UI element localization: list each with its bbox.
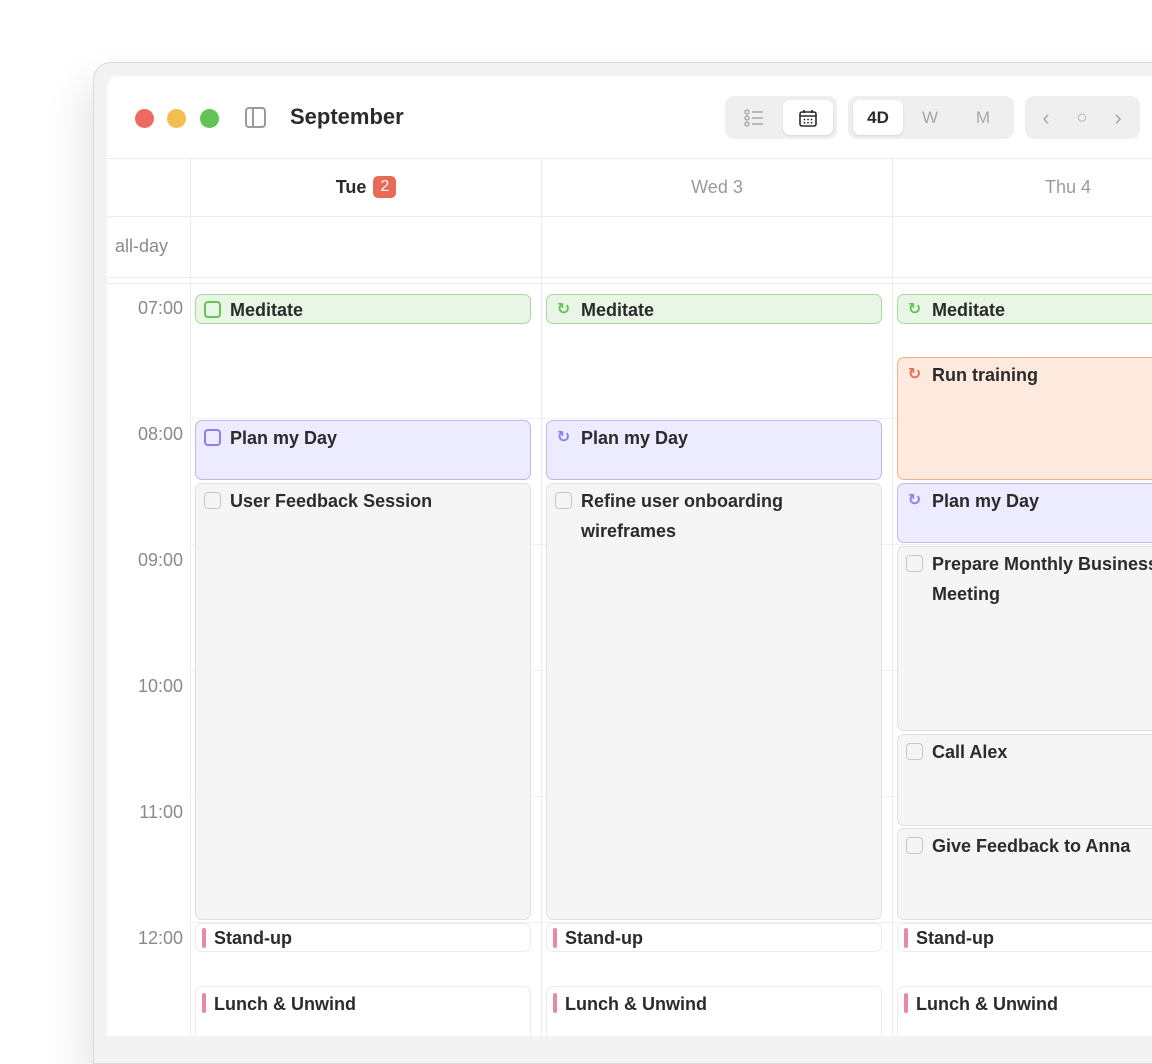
calendar-color-bar xyxy=(553,993,557,1013)
calendar-window: September 4D W M ‹ ○ › Tue 2 Wed 3 Thu 4… xyxy=(107,76,1152,1036)
calendar-view-button[interactable] xyxy=(783,100,833,135)
checkbox-icon[interactable] xyxy=(906,555,923,572)
hour-label: 09:00 xyxy=(137,550,183,570)
calendar-color-bar xyxy=(202,928,206,948)
all-day-label: all-day xyxy=(115,236,169,256)
date-navigation: ‹ ○ › xyxy=(1025,96,1140,139)
repeat-icon: ↻ xyxy=(907,365,922,383)
event-meditate[interactable]: ↻ Meditate xyxy=(897,294,1152,324)
header-corner xyxy=(107,158,190,217)
zoom-window-button[interactable] xyxy=(200,109,219,128)
previous-button[interactable]: ‹ xyxy=(1029,100,1063,135)
range-week-button[interactable]: W xyxy=(906,100,954,135)
event-call-alex[interactable]: Call Alex xyxy=(897,734,1152,826)
range-4d-button[interactable]: 4D xyxy=(853,100,903,135)
event-lunch-unwind[interactable]: Lunch & Unwind xyxy=(546,986,882,1036)
hour-label: 10:00 xyxy=(137,676,183,696)
event-run-training[interactable]: ↻ Run training xyxy=(897,357,1152,480)
title-bar: September 4D W M ‹ ○ › xyxy=(107,76,1152,159)
calendar-icon xyxy=(799,109,817,127)
calendar-color-bar xyxy=(904,993,908,1013)
column-divider xyxy=(892,158,893,1036)
day-header-label: Wed 3 xyxy=(691,176,743,197)
checkbox-icon[interactable] xyxy=(906,837,923,854)
day-header-label: Tue xyxy=(335,176,367,197)
checkbox-icon[interactable] xyxy=(555,492,572,509)
day-header-tue[interactable]: Tue 2 xyxy=(191,158,541,217)
repeat-icon: ↻ xyxy=(907,300,922,318)
checkbox-icon[interactable] xyxy=(204,429,221,446)
repeat-icon: ↻ xyxy=(556,300,571,318)
event-plan-my-day[interactable]: Plan my Day xyxy=(195,420,531,480)
hour-label: 12:00 xyxy=(137,928,183,948)
checkbox-icon[interactable] xyxy=(204,301,221,318)
calendar-color-bar xyxy=(904,928,908,948)
next-button[interactable]: › xyxy=(1101,100,1135,135)
calendar-color-bar xyxy=(202,993,206,1013)
event-plan-my-day[interactable]: ↻ Plan my Day xyxy=(546,420,882,480)
event-lunch-unwind[interactable]: Lunch & Unwind xyxy=(897,986,1152,1036)
column-divider xyxy=(541,158,542,1036)
today-badge: 2 xyxy=(373,176,397,198)
view-mode-switch xyxy=(725,96,837,139)
event-lunch-unwind[interactable]: Lunch & Unwind xyxy=(195,986,531,1036)
day-header-thu[interactable]: Thu 4 xyxy=(893,158,1152,217)
event-give-feedback-to-anna[interactable]: Give Feedback to Anna xyxy=(897,828,1152,920)
list-view-button[interactable] xyxy=(731,100,777,135)
sidebar-toggle-icon[interactable] xyxy=(245,107,266,128)
calendar-color-bar xyxy=(553,928,557,948)
checkbox-icon[interactable] xyxy=(906,743,923,760)
today-button[interactable]: ○ xyxy=(1065,100,1099,135)
range-month-button[interactable]: M xyxy=(958,100,1008,135)
repeat-icon: ↻ xyxy=(556,428,571,446)
event-stand-up[interactable]: Stand-up xyxy=(546,923,882,952)
all-day-separator xyxy=(107,283,1152,284)
list-icon xyxy=(744,108,763,127)
day-header-wed[interactable]: Wed 3 xyxy=(542,158,892,217)
hour-label: 07:00 xyxy=(137,298,183,318)
hour-label: 11:00 xyxy=(139,802,183,822)
close-window-button[interactable] xyxy=(135,109,154,128)
checkbox-icon[interactable] xyxy=(204,492,221,509)
event-plan-my-day[interactable]: ↻ Plan my Day xyxy=(897,483,1152,543)
minimize-window-button[interactable] xyxy=(167,109,186,128)
month-title: September xyxy=(290,104,404,129)
day-header-label: Thu 4 xyxy=(1044,176,1092,197)
event-stand-up[interactable]: Stand-up xyxy=(897,923,1152,952)
event-meditate[interactable]: ↻ Meditate xyxy=(546,294,882,324)
repeat-icon: ↻ xyxy=(907,491,922,509)
all-day-row[interactable] xyxy=(107,216,1152,278)
hour-label: 08:00 xyxy=(137,424,183,444)
column-divider xyxy=(190,158,191,1036)
event-refine-onboarding-wireframes[interactable]: Refine user onboarding wireframes xyxy=(546,483,882,920)
range-switch: 4D W M xyxy=(848,96,1014,139)
event-stand-up[interactable]: Stand-up xyxy=(195,923,531,952)
event-meditate[interactable]: Meditate xyxy=(195,294,531,324)
event-prepare-monthly-business-meeting[interactable]: Prepare Monthly Business Meeting xyxy=(897,546,1152,731)
event-user-feedback-session[interactable]: User Feedback Session xyxy=(195,483,531,920)
